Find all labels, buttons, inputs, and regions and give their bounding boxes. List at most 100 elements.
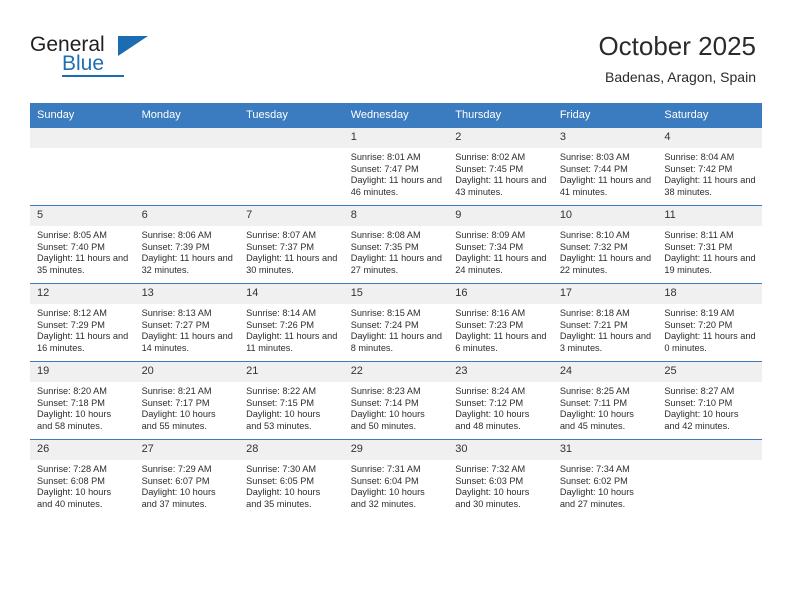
daylight-text: Daylight: 11 hours and 38 minutes. xyxy=(664,175,756,197)
day-number: 25 xyxy=(657,362,762,382)
calendar-week-row: 1 Sunrise: 8:01 AM Sunset: 7:47 PM Daylight… xyxy=(30,127,762,206)
sunset-text: Sunset: 7:14 PM xyxy=(350,397,419,408)
calendar-day-cell[interactable]: 25 Sunrise: 8:27 AM Sunset: 7:10 PM Dayligh… xyxy=(657,361,762,440)
day-details: Sunrise: 8:04 AM Sunset: 7:42 PM Daylight:… xyxy=(657,148,762,198)
calendar-day-cell[interactable]: 1 Sunrise: 8:01 AM Sunset: 7:47 PM Daylight… xyxy=(343,127,449,206)
sunset-text: Sunset: 7:29 PM xyxy=(37,319,105,330)
day-details: Sunrise: 8:15 AM Sunset: 7:24 PM Daylight:… xyxy=(344,304,449,354)
sunrise-text: Sunrise: 8:04 AM xyxy=(664,152,735,162)
day-details: Sunrise: 8:25 AM Sunset: 7:11 PM Daylight:… xyxy=(553,382,658,432)
sunrise-text: Sunrise: 8:15 AM xyxy=(350,308,421,318)
daylight-text: Daylight: 10 hours and 37 minutes. xyxy=(141,487,216,509)
daylight-text: Daylight: 10 hours and 32 minutes. xyxy=(350,487,425,509)
daylight-text: Daylight: 11 hours and 8 minutes. xyxy=(350,331,442,353)
day-number: 8 xyxy=(343,206,449,226)
sunrise-text: Sunrise: 8:01 AM xyxy=(350,152,421,162)
calendar-day-cell[interactable]: 11 Sunrise: 8:11 AM Sunset: 7:31 PM Dayligh… xyxy=(657,205,762,284)
calendar-day-cell[interactable]: 23 Sunrise: 8:24 AM Sunset: 7:12 PM Dayligh… xyxy=(448,361,553,440)
sunrise-text: Sunrise: 8:18 AM xyxy=(559,308,630,318)
calendar-day-cell-empty xyxy=(134,127,240,206)
calendar-day-cell[interactable]: 7 Sunrise: 8:07 AM Sunset: 7:37 PM Daylight… xyxy=(239,205,344,284)
calendar-day-cell[interactable]: 21 Sunrise: 8:22 AM Sunset: 7:15 PM Dayligh… xyxy=(239,361,344,440)
calendar-day-cell[interactable]: 30 Sunrise: 7:32 AM Sunset: 6:03 PM Dayligh… xyxy=(448,439,553,517)
calendar-day-cell[interactable]: 22 Sunrise: 8:23 AM Sunset: 7:14 PM Dayligh… xyxy=(343,361,449,440)
day-number: 5 xyxy=(30,206,135,226)
sunrise-text: Sunrise: 8:11 AM xyxy=(664,230,734,240)
calendar-day-cell[interactable]: 6 Sunrise: 8:06 AM Sunset: 7:39 PM Daylight… xyxy=(134,205,240,284)
calendar-day-cell[interactable]: 10 Sunrise: 8:10 AM Sunset: 7:32 PM Dayligh… xyxy=(552,205,658,284)
day-number: 22 xyxy=(343,362,449,382)
day-details: Sunrise: 7:34 AM Sunset: 6:02 PM Daylight:… xyxy=(553,460,658,510)
daylight-text: Daylight: 11 hours and 11 minutes. xyxy=(246,331,338,353)
day-number: 23 xyxy=(448,362,553,382)
calendar-page: General Blue October 2025 Badenas, Arago… xyxy=(0,0,792,612)
sunset-text: Sunset: 7:40 PM xyxy=(37,241,105,252)
sunset-text: Sunset: 6:03 PM xyxy=(455,475,524,486)
sunset-text: Sunset: 6:07 PM xyxy=(141,475,210,486)
calendar-day-cell[interactable]: 20 Sunrise: 8:21 AM Sunset: 7:17 PM Dayligh… xyxy=(134,361,240,440)
calendar-day-cell[interactable]: 9 Sunrise: 8:09 AM Sunset: 7:34 PM Daylight… xyxy=(448,205,553,284)
day-number: 21 xyxy=(239,362,344,382)
calendar-day-cell-empty xyxy=(30,127,135,206)
sunrise-text: Sunrise: 8:16 AM xyxy=(455,308,526,318)
calendar-day-cell[interactable]: 19 Sunrise: 8:20 AM Sunset: 7:18 PM Dayligh… xyxy=(30,361,135,440)
calendar-day-cell[interactable]: 5 Sunrise: 8:05 AM Sunset: 7:40 PM Daylight… xyxy=(30,205,135,284)
sunrise-text: Sunrise: 8:14 AM xyxy=(246,308,317,318)
day-details: Sunrise: 8:12 AM Sunset: 7:29 PM Daylight:… xyxy=(30,304,135,354)
calendar-day-cell[interactable]: 26 Sunrise: 7:28 AM Sunset: 6:08 PM Dayligh… xyxy=(30,439,135,517)
calendar-day-cell[interactable]: 27 Sunrise: 7:29 AM Sunset: 6:07 PM Dayligh… xyxy=(134,439,240,517)
day-details: Sunrise: 8:08 AM Sunset: 7:35 PM Daylight:… xyxy=(344,226,449,276)
day-details: Sunrise: 8:05 AM Sunset: 7:40 PM Daylight:… xyxy=(30,226,135,276)
calendar-day-cell[interactable]: 4 Sunrise: 8:04 AM Sunset: 7:42 PM Daylight… xyxy=(657,127,762,206)
calendar-day-cell[interactable]: 28 Sunrise: 7:30 AM Sunset: 6:05 PM Dayligh… xyxy=(239,439,344,517)
day-number: 11 xyxy=(657,206,762,226)
daylight-text: Daylight: 10 hours and 35 minutes. xyxy=(246,487,321,509)
sunrise-text: Sunrise: 8:27 AM xyxy=(664,386,735,396)
sunrise-text: Sunrise: 8:02 AM xyxy=(455,152,526,162)
sunrise-text: Sunrise: 8:05 AM xyxy=(37,230,107,240)
calendar-day-cell[interactable]: 12 Sunrise: 8:12 AM Sunset: 7:29 PM Dayligh… xyxy=(30,283,135,362)
sunset-text: Sunset: 6:02 PM xyxy=(559,475,628,486)
sunset-text: Sunset: 7:15 PM xyxy=(246,397,315,408)
sunrise-text: Sunrise: 8:07 AM xyxy=(246,230,317,240)
daylight-text: Daylight: 11 hours and 43 minutes. xyxy=(455,175,547,197)
day-number: 19 xyxy=(30,362,135,382)
weekday-header-wednesday: Wednesday xyxy=(343,103,449,128)
day-number: 4 xyxy=(657,128,762,148)
day-number: 7 xyxy=(239,206,344,226)
calendar-day-cell[interactable]: 16 Sunrise: 8:16 AM Sunset: 7:23 PM Dayligh… xyxy=(448,283,553,362)
sunset-text: Sunset: 7:23 PM xyxy=(455,319,524,330)
calendar-day-cell[interactable]: 17 Sunrise: 8:18 AM Sunset: 7:21 PM Dayligh… xyxy=(552,283,658,362)
day-number: 10 xyxy=(552,206,658,226)
calendar-day-cell[interactable]: 18 Sunrise: 8:19 AM Sunset: 7:20 PM Dayligh… xyxy=(657,283,762,362)
calendar-day-cell[interactable]: 31 Sunrise: 7:34 AM Sunset: 6:02 PM Dayligh… xyxy=(552,439,658,517)
sunset-text: Sunset: 7:45 PM xyxy=(455,163,524,174)
weekday-header-row: Sunday Monday Tuesday Wednesday Thursday… xyxy=(30,103,762,128)
day-number: 20 xyxy=(134,362,240,382)
calendar-day-cell[interactable]: 8 Sunrise: 8:08 AM Sunset: 7:35 PM Daylight… xyxy=(343,205,449,284)
daylight-text: Daylight: 10 hours and 48 minutes. xyxy=(455,409,530,431)
sunset-text: Sunset: 7:20 PM xyxy=(664,319,733,330)
day-details: Sunrise: 8:10 AM Sunset: 7:32 PM Daylight:… xyxy=(553,226,658,276)
day-number xyxy=(657,440,762,460)
sunrise-text: Sunrise: 8:22 AM xyxy=(246,386,317,396)
day-number: 17 xyxy=(552,284,658,304)
calendar-day-cell[interactable]: 2 Sunrise: 8:02 AM Sunset: 7:45 PM Daylight… xyxy=(448,127,553,206)
calendar-body: 1 Sunrise: 8:01 AM Sunset: 7:47 PM Daylight… xyxy=(30,127,762,517)
calendar-day-cell[interactable]: 3 Sunrise: 8:03 AM Sunset: 7:44 PM Daylight… xyxy=(552,127,658,206)
sunset-text: Sunset: 7:44 PM xyxy=(559,163,628,174)
day-number: 2 xyxy=(448,128,553,148)
day-number: 30 xyxy=(448,440,553,460)
calendar-day-cell[interactable]: 29 Sunrise: 7:31 AM Sunset: 6:04 PM Dayligh… xyxy=(343,439,449,517)
daylight-text: Daylight: 10 hours and 53 minutes. xyxy=(246,409,321,431)
day-details: Sunrise: 7:28 AM Sunset: 6:08 PM Daylight:… xyxy=(30,460,135,510)
calendar-day-cell[interactable]: 15 Sunrise: 8:15 AM Sunset: 7:24 PM Dayligh… xyxy=(343,283,449,362)
day-details: Sunrise: 8:27 AM Sunset: 7:10 PM Daylight:… xyxy=(657,382,762,432)
day-number: 15 xyxy=(343,284,449,304)
sunset-text: Sunset: 7:32 PM xyxy=(559,241,628,252)
calendar-day-cell[interactable]: 24 Sunrise: 8:25 AM Sunset: 7:11 PM Dayligh… xyxy=(552,361,658,440)
calendar-day-cell[interactable]: 13 Sunrise: 8:13 AM Sunset: 7:27 PM Dayligh… xyxy=(134,283,240,362)
daylight-text: Daylight: 11 hours and 3 minutes. xyxy=(559,331,652,353)
daylight-text: Daylight: 11 hours and 30 minutes. xyxy=(246,253,338,275)
calendar-day-cell[interactable]: 14 Sunrise: 8:14 AM Sunset: 7:26 PM Dayligh… xyxy=(239,283,344,362)
